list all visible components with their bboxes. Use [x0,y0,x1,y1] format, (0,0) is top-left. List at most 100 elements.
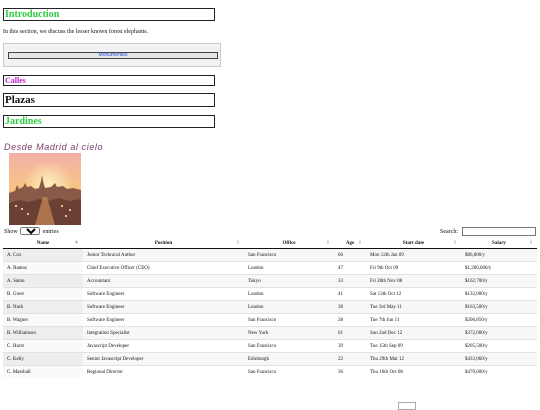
show-label: Show [4,229,18,235]
table-cell: Software Engineer [83,313,244,327]
column-label: Name [36,240,50,246]
table-cell: 66 [334,248,366,262]
table-cell: Senior Javascript Developer [83,352,244,366]
table-cell: Tue 3rd May 11 [366,300,461,314]
column-header-position[interactable]: Position ⇕ [83,238,244,249]
table-cell: Thu 16th Oct 08 [366,365,461,378]
sort-icon: ⇕ [235,241,240,246]
sort-icon: ⇕ [325,241,330,246]
table-cell: Sun 2nd Dec 12 [366,326,461,340]
table-cell: 36 [334,365,366,378]
search-input[interactable] [461,227,536,236]
table-cell: Fri 28th Nov 08 [366,274,461,288]
table-cell: $86,000/y [461,248,537,262]
calles-heading: Calles [3,75,215,86]
table-cell: Thu 29th Mar 12 [366,352,461,366]
table-cell: 47 [334,261,366,275]
madrid-skyline-image [9,153,81,225]
table-cell: 33 [334,274,366,288]
table-cell: 28 [334,313,366,327]
sort-icon: ⇕ [357,241,362,246]
plazas-heading: Plazas [3,93,215,107]
table-cell: Edinburgh [244,352,334,366]
table-cell: 61 [334,326,366,340]
table-cell: C. Kelly [3,352,83,366]
table-cell: 22 [334,352,366,366]
table-cell: Chief Executive Officer (CEO) [83,261,244,275]
table-cell: London [244,287,334,301]
table-row: C. Kelly Senior Javascript Developer Edinb… [3,352,537,366]
column-header-age[interactable]: Age ⇕ [334,238,366,249]
table-cell: 38 [334,300,366,314]
table-cell: $162,700/y [461,274,537,288]
table-cell: London [244,261,334,275]
table-cell: New York [244,326,334,340]
table-row: A. Satou Accountant Tokyo 33 Fri 28th Nov 08… [3,274,537,288]
table-cell: B. Greer [3,287,83,301]
table-cell: Regional Director [83,365,244,378]
table-cell: Fri 9th Oct 09 [366,261,461,275]
table-cell: Software Engineer [83,300,244,314]
table-cell: San Francisco [244,248,334,262]
table-cell: London [244,300,334,314]
table-row: B. Greer Software Engineer London 41 Sat 13t… [3,287,537,301]
table-cell: Accountant [83,274,244,288]
table-cell: $372,000/y [461,326,537,340]
monumentos-panel: Monumentos [3,43,221,67]
table-cell: Junior Technical Author [83,248,244,262]
table-cell: $205,500/y [461,339,537,353]
table-cell: B. Wagner [3,313,83,327]
employees-table: Name ▲ Position ⇕ Office ⇕ Age ⇕ Start date ⇕… [3,238,537,378]
table-cell: A. Cox [3,248,83,262]
table-cell: Tue 15th Sep 09 [366,339,461,353]
table-header-row: Name ▲ Position ⇕ Office ⇕ Age ⇕ Start date ⇕… [3,238,537,249]
table-cell: 41 [334,287,366,301]
pagination-button[interactable] [398,402,416,410]
table-cell: $132,000/y [461,287,537,301]
column-header-salary[interactable]: Salary ⇕ [461,238,537,249]
table-cell: C. Hurst [3,339,83,353]
table-cell: A. Ramos [3,261,83,275]
jardines-heading: Jardines [3,115,215,128]
gallery-title: Desde Madrid al cielo [4,142,104,152]
table-cell: Sat 13th Oct 12 [366,287,461,301]
table-cell: C. Marshall [3,365,83,378]
column-header-name[interactable]: Name ▲ [3,238,83,249]
table-row: B. Williamson Integration Specialist New Y… [3,326,537,340]
column-header-start-date[interactable]: Start date ⇕ [366,238,461,249]
column-label: Salary [492,240,506,246]
table-row: B. Wagner Software Engineer San Francisco 2… [3,313,537,327]
table-cell: Javascript Developer [83,339,244,353]
table-cell: Tokyo [244,274,334,288]
table-cell: Mon 12th Jan 09 [366,248,461,262]
entries-label: entries [42,229,59,235]
sort-icon: ⇕ [452,241,457,246]
table-cell: $163,500/y [461,300,537,314]
table-length-control: Show 10 entries [4,227,59,235]
table-cell: $1,200,000/y [461,261,537,275]
table-row: A. Ramos Chief Executive Officer (CEO) Lon… [3,261,537,275]
table-cell: 39 [334,339,366,353]
table-cell: San Francisco [244,365,334,378]
table-search-control: Search: [440,227,536,236]
search-label: Search: [440,228,458,235]
table-row: A. Cox Junior Technical Author San Francis… [3,248,537,262]
monumentos-button[interactable]: Monumentos [8,52,218,59]
sort-icon: ⇕ [528,241,533,246]
introduction-text: In this section, we discuss the lesser k… [3,29,149,35]
introduction-heading: Introduction [3,8,215,21]
column-label: Age [345,240,355,246]
table-cell: $470,600/y [461,365,537,378]
table-cell: Integration Specialist [83,326,244,340]
column-header-office[interactable]: Office ⇕ [244,238,334,249]
table-cell: $433,060/y [461,352,537,366]
table-body: A. Cox Junior Technical Author San Francis… [3,248,537,378]
column-label: Start date [402,240,425,246]
table-cell: Tue 7th Jun 11 [366,313,461,327]
entries-per-page-select[interactable]: 10 [20,227,41,235]
table-row: C. Marshall Regional Director San Francisc… [3,365,537,378]
table-cell: B. Williamson [3,326,83,340]
table-cell: San Francisco [244,339,334,353]
table-cell: B. Nash [3,300,83,314]
column-label: Office [282,240,296,246]
